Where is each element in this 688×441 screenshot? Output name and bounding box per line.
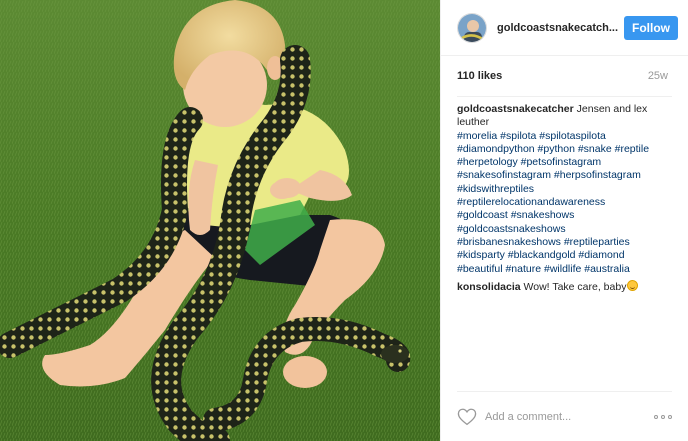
post-sidebar: goldcoastsnakecatch... Follow 110 likes … (440, 0, 688, 441)
post-header: goldcoastsnakecatch... Follow (441, 0, 688, 56)
hashtag-line[interactable]: #goldcoast #snakeshows (457, 209, 672, 222)
dot (668, 414, 672, 419)
hashtag-line[interactable]: #goldcoastsnakeshows (457, 223, 672, 236)
comment-text: Wow! Take care, baby (523, 280, 627, 293)
comment-author[interactable]: konsolidacia (457, 281, 521, 293)
post-footer (457, 391, 672, 441)
user-avatar[interactable] (457, 12, 487, 43)
dot (654, 414, 658, 419)
avatar-image (458, 13, 486, 42)
heart-icon[interactable] (457, 408, 477, 426)
hashtag-line[interactable]: #beautiful #nature #wildlife #australia (457, 263, 672, 276)
hashtag-line[interactable]: #kidswithreptiles (457, 183, 672, 196)
more-options-icon[interactable] (654, 414, 672, 419)
caption: goldcoastsnakecatcher Jensen and lex leu… (457, 103, 672, 276)
instagram-post: goldcoastsnakecatch... Follow 110 likes … (0, 0, 688, 441)
dot (661, 414, 665, 419)
post-meta: 110 likes 25w (441, 56, 688, 96)
hashtag-line[interactable]: #reptilerelocationandawareness (457, 196, 672, 209)
add-comment-input[interactable] (485, 410, 635, 423)
hashtag-line[interactable]: #diamondpython #python #snake #reptile (457, 143, 672, 156)
caption-author[interactable]: goldcoastsnakecatcher (457, 103, 574, 115)
comment-item: konsolidacia Wow! Take care, baby (457, 279, 672, 294)
divider (457, 96, 672, 97)
hashtag-line[interactable]: #snakesofinstagram #herpsofinstagram (457, 169, 672, 182)
hashtag-line[interactable]: #brisbanesnakeshows #reptileparties (457, 236, 672, 249)
post-photo[interactable] (0, 0, 440, 441)
hashtag-line[interactable]: #herpetology #petsofinstagram (457, 156, 672, 169)
follow-button[interactable]: Follow (624, 15, 678, 40)
smiling-face-icon (627, 279, 639, 291)
comments-list: goldcoastsnakecatcher Jensen and lex leu… (441, 103, 688, 294)
hashtag-line[interactable]: #kidsparty #blackandgold #diamond (457, 249, 672, 262)
likes-count[interactable]: 110 likes (457, 70, 502, 82)
post-username[interactable]: goldcoastsnakecatch... (497, 22, 621, 34)
child-with-python-photo (0, 0, 440, 441)
post-age[interactable]: 25w (648, 70, 668, 82)
hashtag-line[interactable]: #morelia #spilota #spilotaspilota (457, 130, 672, 143)
